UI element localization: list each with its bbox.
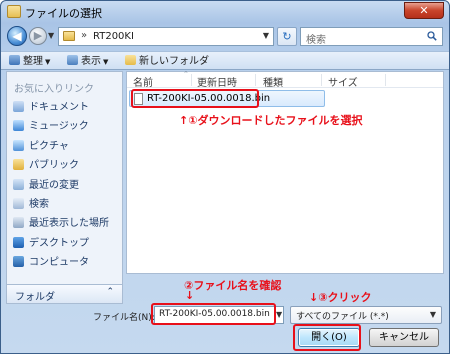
search-placeholder: 検索 <box>306 35 326 46</box>
column-type[interactable]: 種類 <box>263 74 283 89</box>
folders-label: フォルダ <box>15 292 55 303</box>
folder-icon <box>63 31 75 41</box>
annotation-step2: ②ファイル名を確認 <box>184 279 282 292</box>
filename-dropdown[interactable]: ▼ <box>276 310 282 319</box>
sidebar-item-pictures[interactable]: ピクチャ <box>13 138 121 157</box>
music-icon <box>13 120 24 132</box>
favorite-links: ドキュメント ミュージック ピクチャ パブリック 最近の変更 検索 最近表示した… <box>13 99 121 274</box>
cancel-button[interactable]: キャンセル <box>369 328 439 347</box>
sidebar-item-label: 検索 <box>29 198 49 210</box>
file-type-select[interactable]: すべてのファイル (*.*) ▼ <box>290 306 442 324</box>
address-dropdown[interactable]: ▼ <box>263 31 269 40</box>
sidebar-item-documents[interactable]: ドキュメント <box>13 99 121 118</box>
sidebar-item-label: パブリック <box>29 160 79 172</box>
organize-menu[interactable]: 整理 ▼ <box>9 54 50 69</box>
toolbar: 整理 ▼ 表示 ▼ 新しいフォルダ <box>1 51 449 70</box>
new-folder-button[interactable]: 新しいフォルダ <box>125 54 209 69</box>
column-date-modified[interactable]: 更新日時 <box>197 74 237 89</box>
file-list: 名前 ⌃ 更新日時 種類 サイズ RT-200KI-05.00.0018.bin… <box>126 70 444 274</box>
documents-icon <box>13 101 24 112</box>
forward-button[interactable]: ▶ <box>29 27 47 45</box>
sort-ascending-icon: ⌃ <box>183 70 189 78</box>
sidebar-item-recent-changes[interactable]: 最近の変更 <box>13 177 121 196</box>
sidebar-item-label: コンピュータ <box>29 257 89 269</box>
pictures-icon <box>13 139 24 151</box>
view-label: 表示 <box>81 56 101 67</box>
highlight-box <box>151 303 276 325</box>
folder-icon <box>7 5 21 18</box>
breadcrumb-separator-icon[interactable]: » <box>81 30 87 41</box>
sidebar-item-label: ミュージック <box>29 121 89 133</box>
column-divider[interactable] <box>191 74 192 86</box>
sidebar-item-computer[interactable]: コンピュータ <box>13 254 121 273</box>
column-divider[interactable] <box>255 74 256 86</box>
sidebar-item-searches[interactable]: 検索 <box>13 196 121 215</box>
recent-changes-icon <box>13 178 24 190</box>
annotation-step1: ↑①ダウンロードしたファイルを選択 <box>179 114 363 127</box>
folders-toggle[interactable]: フォルダ ⌃ <box>7 284 122 303</box>
sidebar-item-label: デスクトップ <box>29 237 89 249</box>
window-title: ファイルの選択 <box>25 7 102 20</box>
chevron-down-icon: ▼ <box>429 310 436 319</box>
breadcrumb[interactable]: RT200KI <box>93 31 134 42</box>
file-type-value: すべてのファイル (*.*) <box>296 312 389 322</box>
sidebar-item-recent-places[interactable]: 最近表示した場所 <box>13 215 121 234</box>
back-button[interactable]: ◀ <box>7 26 27 46</box>
desktop-icon <box>13 236 24 248</box>
recent-pages-dropdown[interactable]: ▼ <box>48 31 54 40</box>
title-bar: ファイルの選択 ✕ <box>1 1 449 23</box>
sidebar-item-music[interactable]: ミュージック <box>13 118 121 137</box>
sidebar-item-desktop[interactable]: デスクトップ <box>13 235 121 254</box>
filename-label: ファイル名(N): <box>93 313 155 323</box>
sidebar-item-label: ピクチャ <box>29 140 69 152</box>
column-header-row: 名前 ⌃ 更新日時 種類 サイズ <box>127 70 443 89</box>
address-bar[interactable]: » RT200KI ▼ <box>58 27 274 46</box>
highlight-box <box>131 89 259 108</box>
navigation-pane: お気に入りリンク ドキュメント ミュージック ピクチャ パブリック 最近の変更 … <box>6 71 123 304</box>
recent-places-icon <box>13 217 24 229</box>
file-dialog: ファイルの選択 ✕ ◀ ▶ ▼ » RT200KI ▼ ↻ 検索 整理 ▼ 表示 ▼… <box>0 0 450 354</box>
public-folder-icon <box>13 159 24 171</box>
annotation-step2-arrow: ↓ <box>185 289 195 302</box>
search-icon[interactable] <box>427 31 437 41</box>
search-input[interactable]: 検索 <box>300 27 443 46</box>
sidebar-item-label: 最近表示した場所 <box>29 218 109 230</box>
column-name[interactable]: 名前 <box>133 74 153 89</box>
chevron-down-icon: ▼ <box>103 58 109 66</box>
column-divider[interactable] <box>321 74 322 86</box>
organize-label: 整理 <box>23 56 43 67</box>
close-button[interactable]: ✕ <box>404 2 444 19</box>
chevron-up-icon: ⌃ <box>106 287 114 297</box>
new-folder-label: 新しいフォルダ <box>139 56 209 67</box>
sidebar-item-label: ドキュメント <box>29 102 89 113</box>
highlight-box <box>293 324 361 351</box>
views-icon <box>67 55 78 65</box>
new-folder-icon <box>125 55 136 65</box>
column-divider[interactable] <box>385 74 386 86</box>
chevron-down-icon: ▼ <box>45 58 51 66</box>
searches-icon <box>13 197 24 209</box>
view-menu[interactable]: 表示 ▼ <box>67 54 108 69</box>
sidebar-item-public[interactable]: パブリック <box>13 157 121 176</box>
favorites-heading: お気に入りリンク <box>14 84 94 95</box>
refresh-button[interactable]: ↻ <box>277 27 297 46</box>
sidebar-item-label: 最近の変更 <box>29 179 79 191</box>
annotation-step3: ↓③クリック <box>309 291 372 304</box>
computer-icon <box>13 256 24 268</box>
column-size[interactable]: サイズ <box>328 74 358 89</box>
organize-icon <box>9 55 20 65</box>
